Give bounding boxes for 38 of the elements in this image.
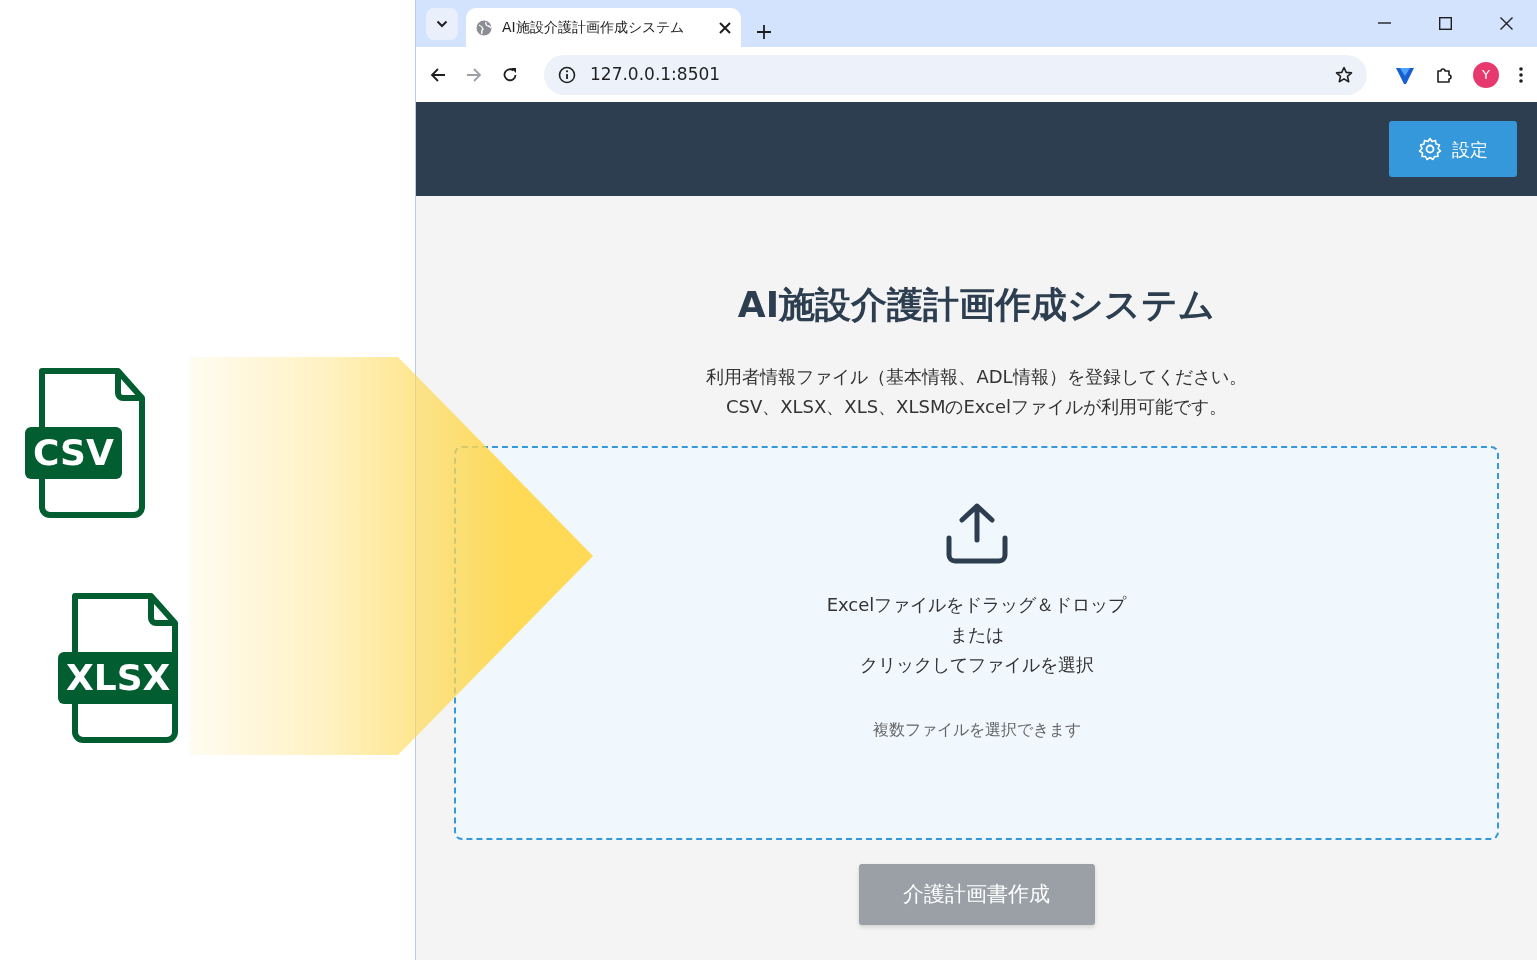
tab-list-button[interactable] xyxy=(426,8,458,40)
close-icon xyxy=(719,21,731,34)
square-icon xyxy=(1439,17,1452,30)
description-text: 利用者情報ファイル（基本情報、ADL情報）を登録してください。 xyxy=(705,365,1248,389)
right-arrow-icon xyxy=(466,66,482,83)
reload-button[interactable] xyxy=(502,66,518,83)
url-text: 127.0.0.1:8501 xyxy=(590,62,722,86)
bookmark-button[interactable] xyxy=(1335,65,1353,84)
browser-tab[interactable]: AI施設介護計画作成システム xyxy=(466,8,741,47)
drop-instruction: クリックしてファイルを選択 xyxy=(859,653,1094,677)
drop-instruction: Excelファイルをドラッグ＆ドロップ xyxy=(826,593,1127,617)
maximize-button[interactable] xyxy=(1439,17,1452,30)
star-icon xyxy=(1335,65,1353,84)
left-arrow-icon xyxy=(430,66,446,83)
back-button[interactable] xyxy=(430,66,446,83)
info-icon xyxy=(558,65,576,84)
close-icon xyxy=(1500,17,1513,30)
page-title: AI施設介護計画作成システム xyxy=(736,283,1217,327)
kebab-menu-icon xyxy=(1519,66,1523,83)
globe-icon xyxy=(476,19,492,36)
drop-note: 複数ファイルを選択できます xyxy=(872,719,1081,741)
tab-close-button[interactable] xyxy=(719,21,731,34)
plus-icon xyxy=(757,25,771,39)
new-tab-button[interactable] xyxy=(757,25,771,39)
close-window-button[interactable] xyxy=(1500,17,1513,30)
address-bar[interactable]: 127.0.0.1:8501 xyxy=(544,54,1367,95)
reload-icon xyxy=(502,66,518,83)
drop-instruction: または xyxy=(949,623,1004,647)
forward-button[interactable] xyxy=(466,66,482,83)
menu-button[interactable] xyxy=(1519,66,1523,83)
settings-icon xyxy=(1418,137,1442,161)
puzzle-icon xyxy=(1435,65,1453,84)
caret-icon xyxy=(436,20,448,28)
file-type-label: CSV xyxy=(25,427,122,479)
tab-title: AI施設介護計画作成システム xyxy=(502,18,685,37)
profile-avatar[interactable]: Y xyxy=(1473,61,1499,88)
description-text: CSV、XLSX、XLS、XLSMのExcelファイルが利用可能です。 xyxy=(724,395,1229,419)
extensions-button[interactable] xyxy=(1435,65,1453,84)
